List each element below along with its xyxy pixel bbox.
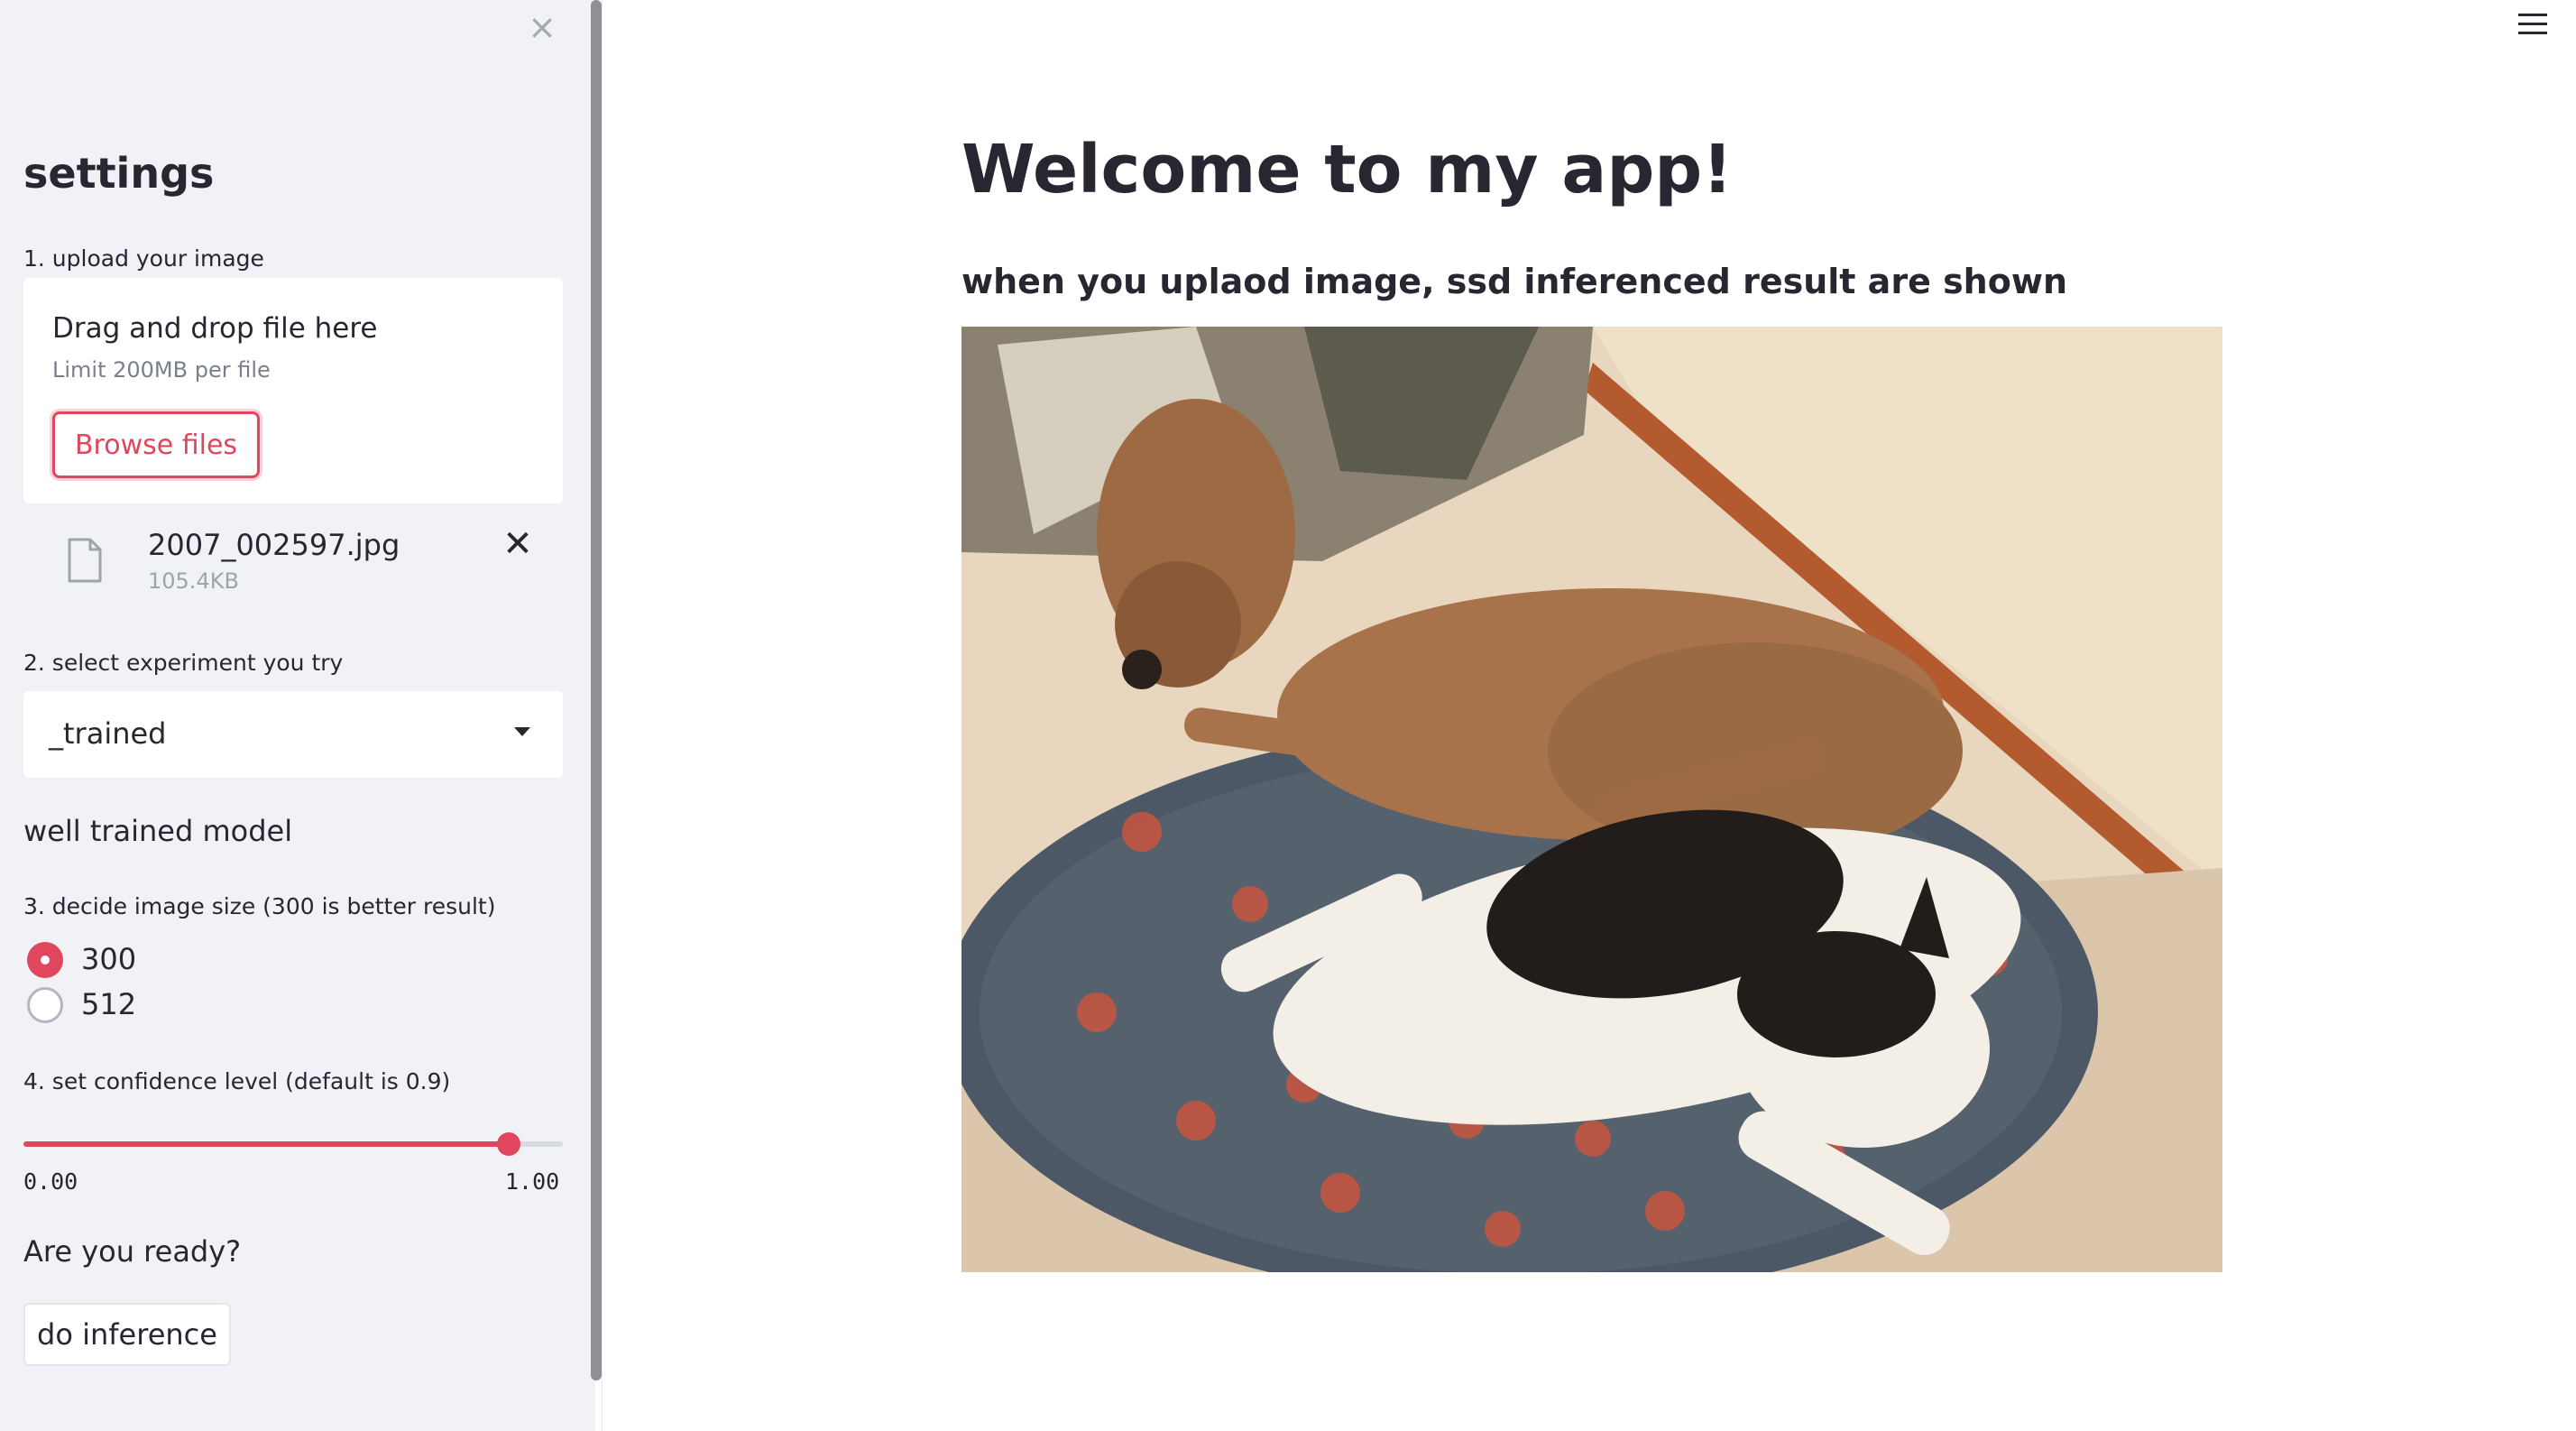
- dropzone-text: Drag and drop file here: [52, 312, 378, 345]
- image-size-label: 3. decide image size (300 is better resu…: [23, 893, 496, 919]
- confidence-label: 4. set confidence level (default is 0.9): [23, 1068, 451, 1094]
- sidebar-divider: [602, 0, 603, 1431]
- experiment-select-value: _trained: [49, 716, 167, 751]
- confidence-slider[interactable]: [23, 1132, 563, 1156]
- do-inference-button[interactable]: do inference: [23, 1303, 231, 1366]
- experiment-label: 2. select experiment you try: [23, 650, 344, 676]
- remove-file-icon[interactable]: ✕: [498, 524, 538, 564]
- photo-placeholder: [961, 327, 2222, 1272]
- slider-fill: [23, 1141, 510, 1147]
- uploaded-file: 2007_002597.jpg 105.4KB ✕: [23, 519, 563, 600]
- browse-files-button[interactable]: Browse files: [52, 411, 260, 478]
- sidebar-title: settings: [23, 149, 215, 198]
- close-icon[interactable]: ×: [526, 10, 558, 44]
- file-size: 105.4KB: [148, 568, 239, 594]
- ready-text: Are you ready?: [23, 1234, 242, 1269]
- file-icon: [68, 538, 102, 583]
- dropzone-limit: Limit 200MB per file: [52, 357, 271, 383]
- slider-max-label: 1.00: [505, 1168, 560, 1195]
- radio-label: 512: [81, 987, 137, 1021]
- experiment-description: well trained model: [23, 814, 293, 848]
- page-subtitle: when you uplaod image, ssd inferenced re…: [961, 262, 2068, 301]
- radio-checked-icon: [27, 942, 63, 978]
- file-dropzone[interactable]: Drag and drop file here Limit 200MB per …: [23, 278, 563, 503]
- sidebar: × settings 1. upload your image Drag and…: [0, 0, 595, 1431]
- page-title: Welcome to my app!: [961, 131, 1734, 208]
- sidebar-scrollbar[interactable]: [591, 0, 602, 1380]
- radio-label: 300: [81, 942, 137, 976]
- result-image: [961, 327, 2222, 1272]
- upload-label: 1. upload your image: [23, 245, 264, 272]
- chevron-down-icon: [514, 727, 530, 736]
- menu-icon[interactable]: [2518, 14, 2547, 39]
- slider-handle[interactable]: [497, 1132, 521, 1156]
- radio-unchecked-icon: [27, 987, 63, 1023]
- file-name: 2007_002597.jpg: [148, 528, 400, 562]
- experiment-select[interactable]: _trained: [23, 691, 563, 778]
- slider-min-label: 0.00: [23, 1168, 78, 1195]
